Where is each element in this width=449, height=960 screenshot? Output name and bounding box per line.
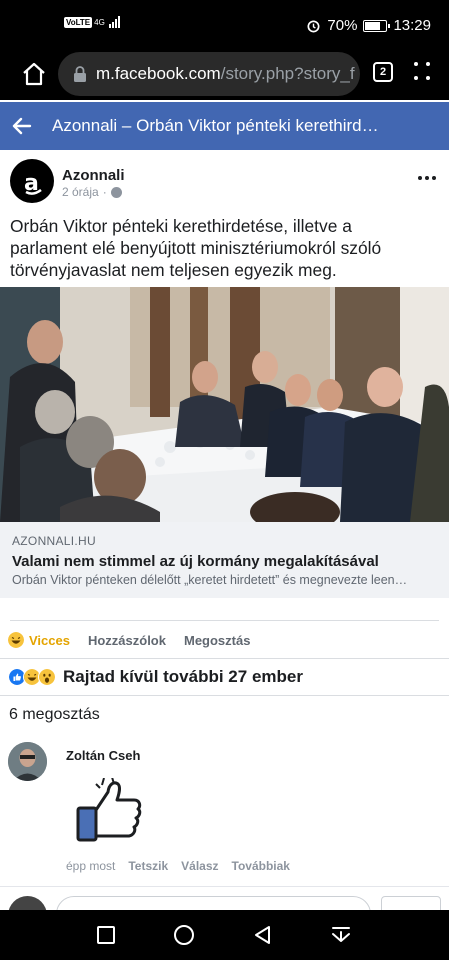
link-description: Orbán Viktor pénteken délelőtt „keretet …	[12, 573, 408, 587]
network-type: 4G	[94, 17, 105, 27]
more-icon[interactable]	[418, 176, 436, 180]
menu-icon[interactable]	[412, 62, 432, 82]
lock-icon	[74, 66, 86, 82]
page-avatar[interactable]: a	[10, 159, 54, 203]
volte-badge: VoLTE	[64, 16, 93, 28]
link-title: Valami nem stimmel az új kormány megalak…	[12, 553, 379, 570]
reactions-summary[interactable]: Rajtad kívül további 27 ember	[0, 660, 449, 694]
like-button[interactable]: Tetszik	[128, 859, 168, 873]
link-preview[interactable]: AZONNALI.HU Valami nem stimmel az új kor…	[0, 522, 449, 598]
comment-author[interactable]: Zoltán Cseh	[66, 748, 140, 763]
post-header: a Azonnali 2 órája ·	[0, 150, 449, 214]
share-button[interactable]: Megosztás	[184, 633, 250, 648]
reaction-icons	[8, 668, 56, 686]
battery-percent: 70%	[327, 17, 358, 34]
status-right: 70% 13:29	[306, 17, 431, 34]
meta-separator: ·	[102, 185, 107, 199]
reaction-label: Vicces	[29, 632, 70, 648]
url-path: /story.php?story_f	[220, 64, 355, 83]
post-photo[interactable]	[0, 287, 449, 522]
url-host: m.facebook.com	[96, 64, 221, 83]
wow-icon	[38, 668, 56, 686]
azonnali-logo-icon: a	[24, 171, 42, 196]
circle-nav-icon[interactable]	[173, 924, 195, 946]
reactions-text: Rajtad kívül további 27 ember	[63, 667, 303, 686]
reply-button[interactable]: Válasz	[181, 859, 218, 873]
status-bar: VoLTE 4G 70% 13:29	[0, 0, 449, 48]
alarm-icon	[307, 20, 320, 33]
back-arrow-icon	[12, 117, 32, 135]
divider	[10, 620, 439, 621]
thumbs-up-sticker-icon	[76, 778, 142, 842]
avatar[interactable]	[8, 742, 47, 781]
haha-icon	[8, 632, 24, 648]
more-button[interactable]: Továbbiak	[232, 859, 290, 873]
page-header: Azonnali – Orbán Viktor pénteki kerethir…	[0, 102, 449, 150]
browser-toolbar: m.facebook.com/story.php?story_f 2	[0, 48, 449, 100]
post-meta: 2 órája ·	[62, 185, 122, 199]
home-icon[interactable]	[20, 60, 48, 88]
square-nav-icon[interactable]	[95, 924, 117, 946]
triangle-nav-icon[interactable]	[252, 924, 274, 946]
comment-actions: épp most Tetszik Válasz Továbbiak	[66, 859, 290, 873]
share-count[interactable]: 6 megosztás	[9, 706, 100, 724]
battery-icon	[363, 19, 391, 32]
user-avatar-image	[8, 742, 47, 781]
globe-icon	[110, 186, 122, 198]
post-time[interactable]: 2 órája	[62, 185, 99, 199]
signal-icon	[108, 16, 120, 28]
divider	[0, 886, 449, 887]
share-label: Megosztás	[183, 632, 251, 648]
link-domain: AZONNALI.HU	[12, 534, 96, 548]
download-nav-icon[interactable]	[330, 924, 352, 946]
signal-group: VoLTE 4G	[64, 16, 120, 28]
system-nav-bar	[0, 910, 449, 960]
comment-label: Hozzászólok	[87, 632, 166, 648]
page-name[interactable]: Azonnali	[62, 167, 125, 184]
url-bar[interactable]: m.facebook.com/story.php?story_f	[58, 52, 360, 96]
clock: 13:29	[393, 17, 431, 34]
action-bar: Vicces Hozzászólok Megosztás	[0, 622, 449, 658]
comment-button[interactable]: Hozzászólok	[88, 633, 166, 648]
reaction-button[interactable]: Vicces	[8, 632, 70, 648]
page-title: Azonnali – Orbán Viktor pénteki kerethir…	[52, 116, 379, 135]
comment-time: épp most	[66, 859, 116, 873]
divider	[0, 695, 449, 696]
back-button[interactable]	[0, 102, 44, 150]
post-text: Orbán Viktor pénteki kerethirdetése, ill…	[10, 216, 382, 280]
meeting-photo	[0, 287, 449, 522]
tabs-icon[interactable]: 2	[373, 62, 393, 82]
divider	[0, 658, 449, 659]
